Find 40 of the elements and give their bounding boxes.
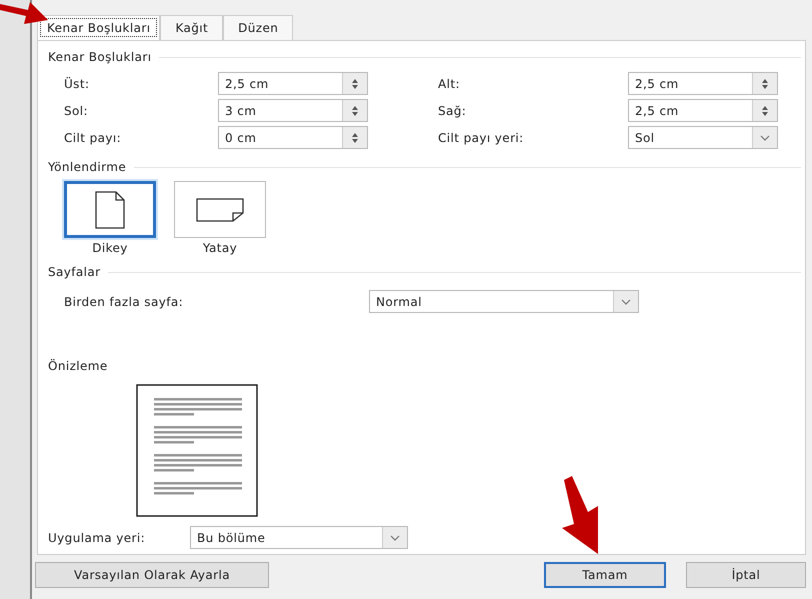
orientation-option[interactable] <box>64 181 156 238</box>
field-label: Cilt payı yeri: <box>438 130 525 144</box>
spinner-icon[interactable] <box>342 127 367 148</box>
spin-field[interactable]: 3 cm <box>218 99 368 122</box>
dropdown[interactable]: Bu bölüme <box>190 526 408 549</box>
chevron-down-icon[interactable] <box>752 127 777 148</box>
spinner-icon[interactable] <box>342 100 367 121</box>
field-label: Sol: <box>64 104 89 118</box>
dropdown[interactable]: Normal <box>369 290 639 313</box>
spin-field[interactable]: 2,5 cm <box>218 72 368 95</box>
tab[interactable]: Kenar Boşlukları <box>37 15 160 40</box>
field-label: Uygulama yeri: <box>48 530 146 544</box>
field-label: Üst: <box>64 76 90 90</box>
section-heading: Önizleme <box>48 359 108 373</box>
chevron-down-icon[interactable] <box>382 527 407 548</box>
tab[interactable]: Kağıt <box>160 15 224 40</box>
section-heading: Sayfalar <box>48 265 100 279</box>
spin-field[interactable]: 2,5 cm <box>628 72 778 95</box>
spinner-icon[interactable] <box>752 73 777 94</box>
field-label: Alt: <box>438 76 461 90</box>
spin-field[interactable]: 2,5 cm <box>628 99 778 122</box>
cancel-button[interactable]: İptal <box>686 562 806 588</box>
ok-button[interactable]: Tamam <box>544 562 666 588</box>
field-label: Birden fazla sayfa: <box>64 294 184 308</box>
spinner-icon[interactable] <box>342 73 367 94</box>
section-heading: Yönlendirme <box>48 160 126 174</box>
section-heading: Kenar Boşlukları <box>48 50 152 64</box>
field-label: Cilt payı: <box>64 130 122 144</box>
tab[interactable]: Düzen <box>223 15 294 40</box>
option-label: Yatay <box>202 241 238 255</box>
landscape-page-icon <box>195 196 245 222</box>
set-default-button[interactable]: Varsayılan Olarak Ayarla <box>35 562 269 588</box>
dropdown[interactable]: Sol <box>628 126 778 149</box>
spinner-icon[interactable] <box>752 100 777 121</box>
chevron-down-icon[interactable] <box>613 291 638 312</box>
spin-field[interactable]: 0 cm <box>218 126 368 149</box>
pointer-arrow <box>0 0 50 26</box>
field-label: Sağ: <box>438 104 468 118</box>
orientation-option[interactable] <box>174 181 266 238</box>
option-label: Dikey <box>92 241 128 255</box>
